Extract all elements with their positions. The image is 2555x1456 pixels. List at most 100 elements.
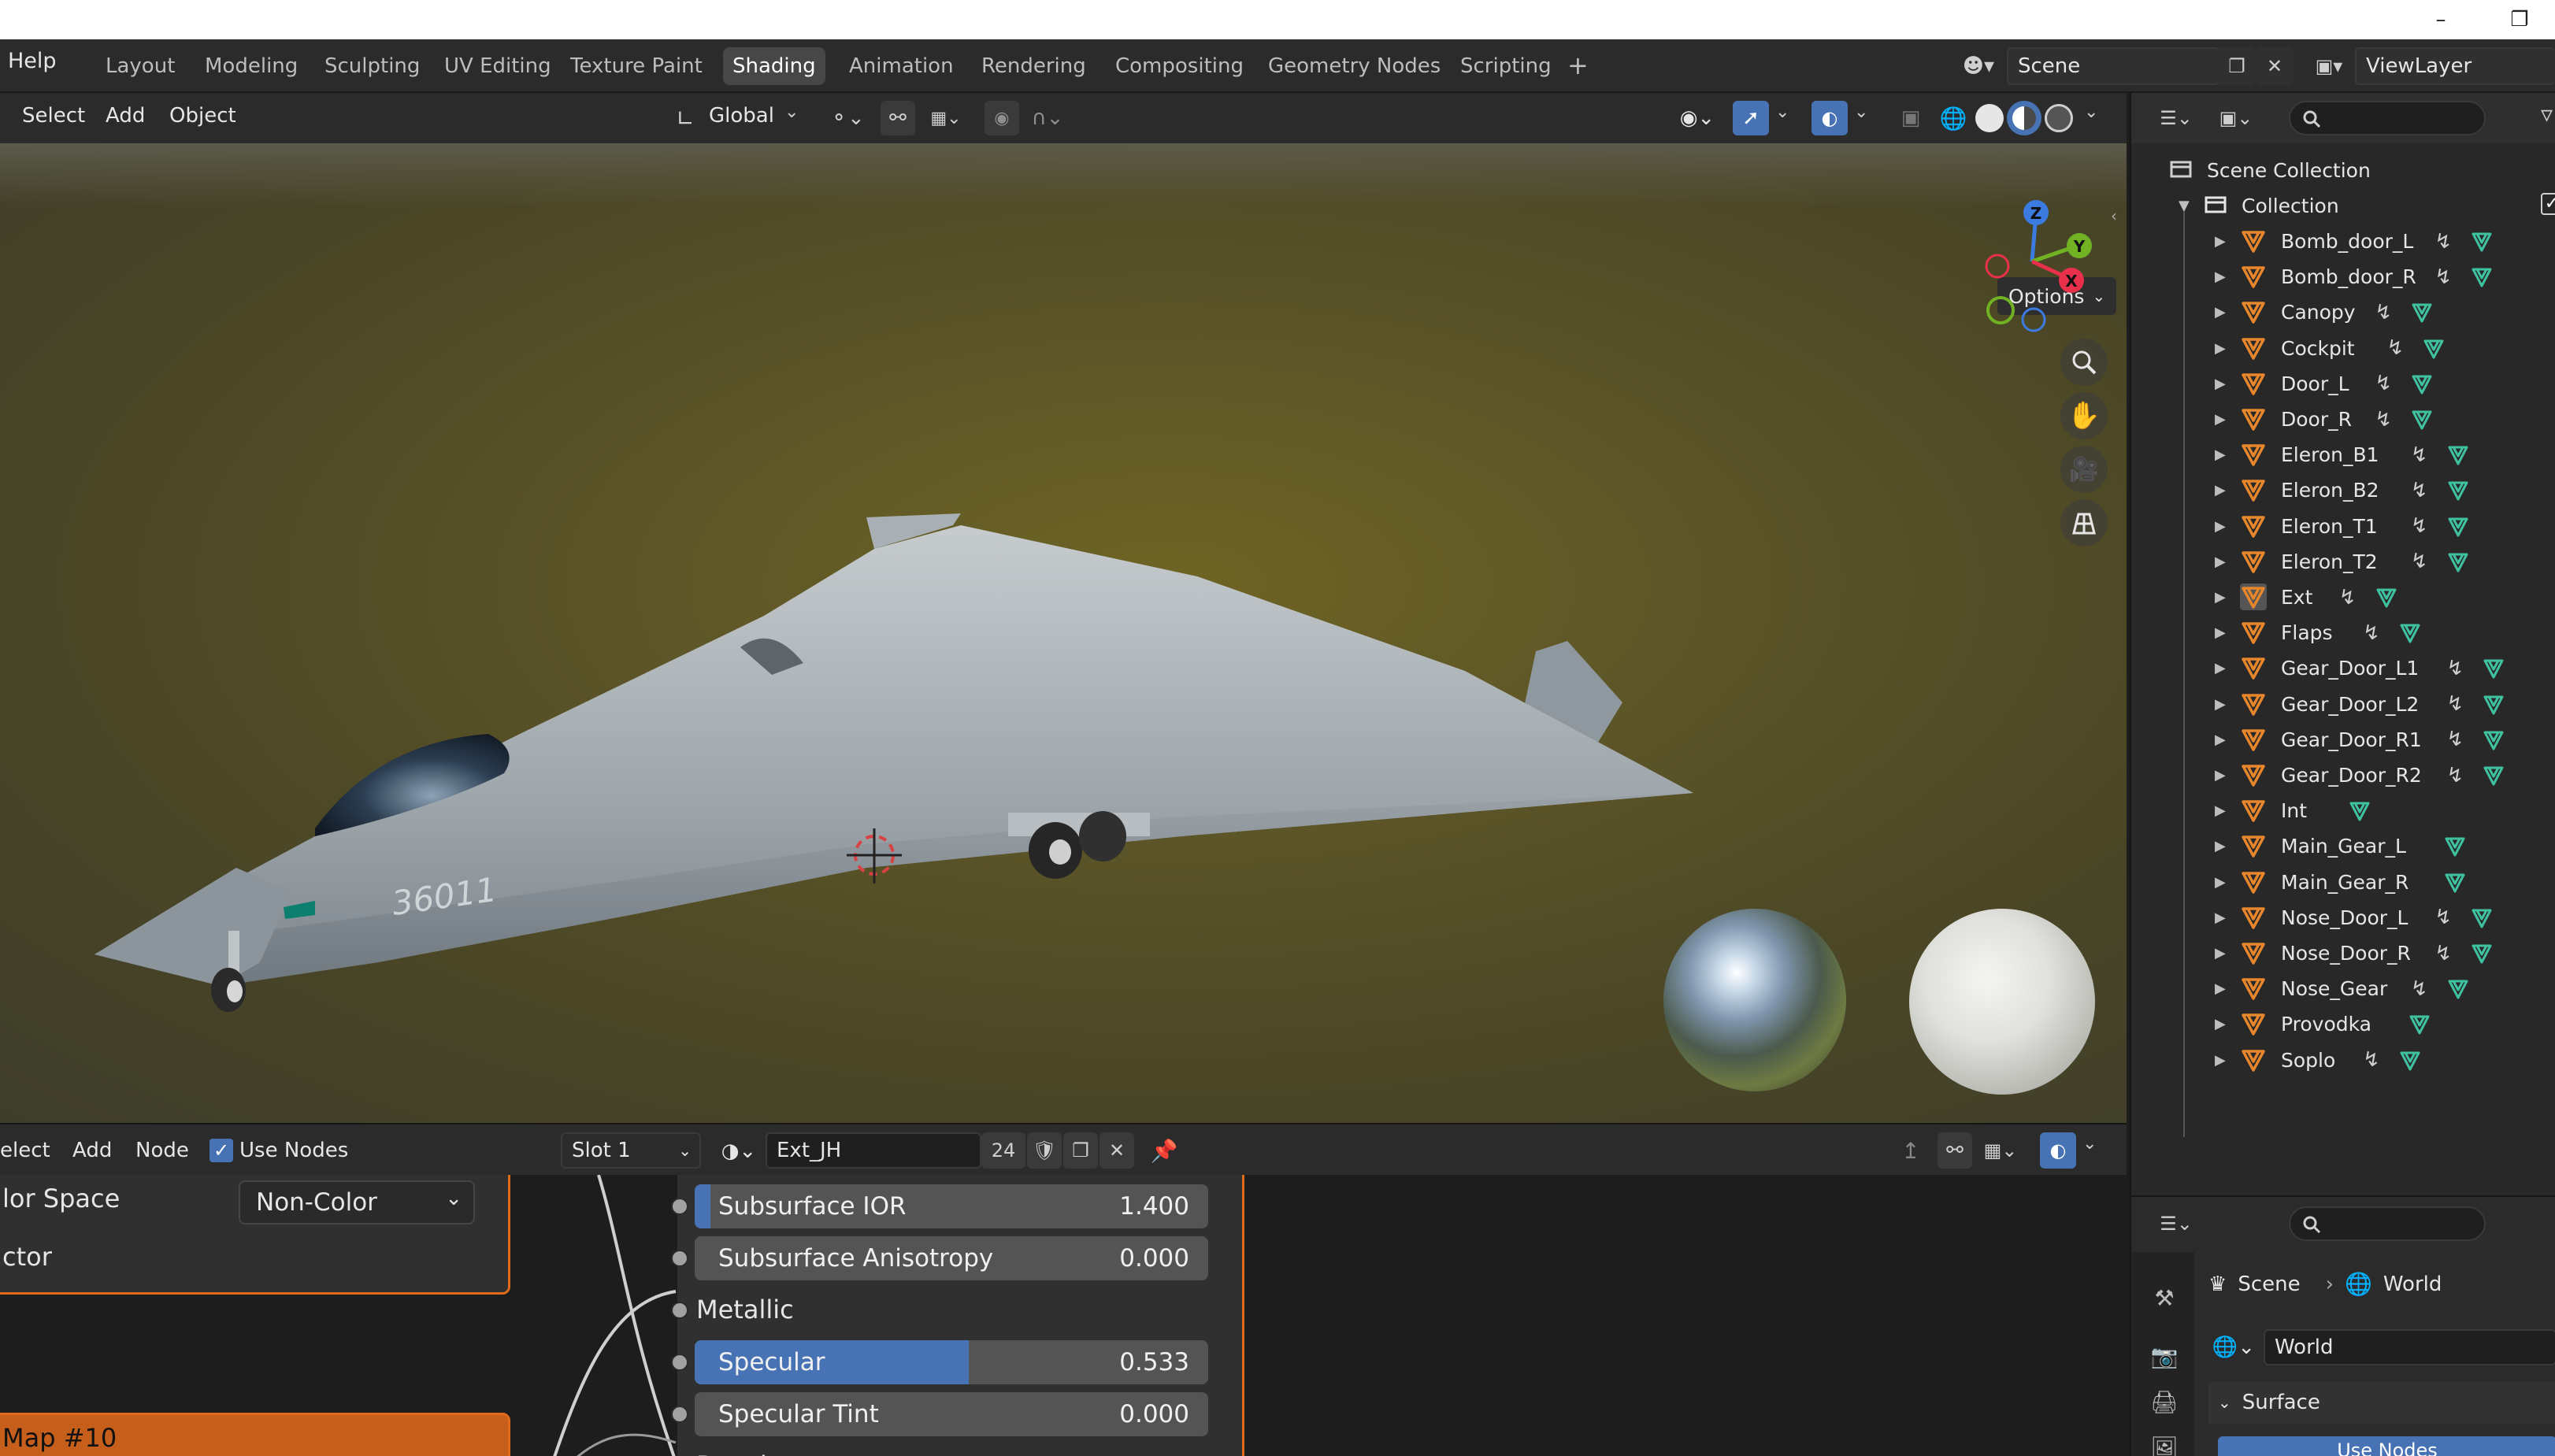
modifier-wrench-icon[interactable]: ↯ <box>2375 372 2392 395</box>
outliner-item[interactable]: ▶ Flaps ↯ <box>2131 615 2555 650</box>
menu-add[interactable]: Add <box>72 1139 112 1162</box>
expand-triangle-icon[interactable]: ▶ <box>2215 767 2226 784</box>
object-name[interactable]: Gear_Door_R1 <box>2281 728 2422 751</box>
object-name[interactable]: Soplo <box>2281 1049 2335 1072</box>
input-socket[interactable] <box>671 1198 688 1215</box>
rendered-shading-icon[interactable] <box>2045 104 2073 132</box>
properties-search-input[interactable] <box>2289 1206 2486 1241</box>
expand-triangle-icon[interactable]: ▶ <box>2215 802 2226 819</box>
use-nodes-button[interactable]: Use Nodes <box>2218 1436 2555 1456</box>
perspective-grid-icon[interactable] <box>2060 499 2108 546</box>
object-name[interactable]: Gear_Door_L1 <box>2281 657 2419 680</box>
outliner-item[interactable]: ▶ Nose_Door_R ↯ <box>2131 935 2555 971</box>
modifier-wrench-icon[interactable]: ↯ <box>2375 301 2392 324</box>
expand-triangle-icon[interactable]: ▶ <box>2215 376 2226 392</box>
modifier-wrench-icon[interactable]: ↯ <box>2434 230 2452 254</box>
duplicate-material-icon[interactable]: ❐ <box>1063 1132 1098 1169</box>
object-name[interactable]: Gear_Door_L2 <box>2281 693 2419 716</box>
mesh-data-icon[interactable] <box>2471 266 2493 288</box>
view-layer-properties-icon[interactable]: 🖼 <box>2147 1430 2182 1456</box>
menu-add[interactable]: Add <box>106 104 145 128</box>
pin-icon[interactable]: 📌 <box>1147 1132 1181 1169</box>
input-socket[interactable] <box>671 1250 688 1267</box>
expand-triangle-icon[interactable]: ▶ <box>2215 589 2226 606</box>
overlays-toggle-icon[interactable]: ◐ <box>1811 101 1848 135</box>
outliner-item[interactable]: ▶ Eleron_T1 ↯ <box>2131 509 2555 544</box>
menu-object[interactable]: Object <box>169 104 236 128</box>
modifier-wrench-icon[interactable]: ↯ <box>2434 265 2452 289</box>
mesh-data-icon[interactable] <box>2375 587 2397 609</box>
tab-sculpting[interactable]: Sculpting <box>315 47 429 85</box>
object-name[interactable]: Nose_Door_R <box>2281 942 2411 965</box>
editor-type-icon[interactable]: ☰⌄ <box>2150 1208 2202 1239</box>
navigation-gizmo[interactable]: Z Y X <box>1961 191 2103 332</box>
outliner-item[interactable]: ▶ Main_Gear_R <box>2131 865 2555 900</box>
expand-triangle-icon[interactable]: ▶ <box>2215 945 2226 961</box>
scene-selector-icon[interactable]: ☻▾ <box>1955 49 2002 83</box>
outliner-item[interactable]: ▶ Door_L ↯ <box>2131 366 2555 402</box>
snap-target-icon[interactable]: ▦⌄ <box>918 102 973 134</box>
menu-select[interactable]: elect <box>0 1139 50 1162</box>
tab-scripting[interactable]: Scripting <box>1451 47 1561 85</box>
object-name[interactable]: Canopy <box>2281 301 2356 324</box>
mesh-data-icon[interactable] <box>2471 231 2493 253</box>
outliner-item[interactable]: ▶ Eleron_T2 ↯ <box>2131 544 2555 580</box>
modifier-wrench-icon[interactable]: ↯ <box>2363 1048 2380 1072</box>
scene-collection-row[interactable]: Scene Collection <box>2131 153 2555 188</box>
outliner-item[interactable]: ▶ Canopy ↯ <box>2131 295 2555 330</box>
object-name[interactable]: Eleron_T1 <box>2281 515 2378 538</box>
object-name[interactable]: Bomb_door_R <box>2281 265 2416 288</box>
viewlayer-selector-icon[interactable]: ▣▾ <box>2303 49 2355 83</box>
mesh-data-icon[interactable] <box>2483 658 2505 680</box>
tool-settings-icon[interactable]: ⚒ <box>2147 1280 2182 1315</box>
solid-shading-icon[interactable] <box>1975 104 2004 132</box>
node-snap-icon[interactable]: ⚯ <box>1938 1132 1972 1169</box>
modifier-wrench-icon[interactable]: ↯ <box>2363 621 2380 645</box>
mesh-data-icon[interactable] <box>2399 1050 2421 1072</box>
mesh-data-icon[interactable] <box>2349 800 2371 822</box>
outliner-item[interactable]: ▶ Gear_Door_L2 ↯ <box>2131 687 2555 722</box>
modifier-wrench-icon[interactable]: ↯ <box>2375 408 2392 432</box>
fake-user-shield-icon[interactable]: 🛡 <box>1027 1132 1062 1169</box>
pivot-point-icon[interactable]: ⚬⌄ <box>824 102 871 134</box>
outliner-item[interactable]: ▶ Ext ↯ <box>2131 580 2555 615</box>
world-browse-icon[interactable]: 🌐⌄ <box>2208 1329 2259 1365</box>
modifier-wrench-icon[interactable]: ↯ <box>2411 550 2428 573</box>
pan-hand-icon[interactable]: ✋ <box>2060 392 2108 439</box>
aircraft-model[interactable]: 36011 <box>79 364 1733 1017</box>
mesh-data-icon[interactable] <box>2447 516 2469 538</box>
expand-triangle-icon[interactable]: ▶ <box>2215 1016 2226 1032</box>
material-users-count[interactable]: 24 <box>981 1132 1025 1169</box>
mesh-data-icon[interactable] <box>2411 373 2433 395</box>
expand-triangle-icon[interactable]: ▶ <box>2215 624 2226 641</box>
mesh-data-icon[interactable] <box>2483 765 2505 787</box>
proportional-edit-icon[interactable]: ◉ <box>985 101 1019 135</box>
outliner-item[interactable]: ▶ Provodka <box>2131 1006 2555 1042</box>
breadcrumb-world[interactable]: World <box>2383 1273 2442 1296</box>
world-name-field[interactable]: World <box>2264 1329 2555 1365</box>
orientation-dropdown[interactable]: Global <box>709 104 774 128</box>
node-overlays-icon[interactable]: ◐ <box>2040 1132 2076 1169</box>
expand-triangle-icon[interactable]: ▶ <box>2215 554 2226 570</box>
view-layer-field[interactable]: ViewLayer <box>2355 47 2555 85</box>
expand-triangle-icon[interactable]: ▶ <box>2215 518 2226 535</box>
tab-animation[interactable]: Animation <box>840 47 963 85</box>
expand-triangle-icon[interactable]: ▶ <box>2215 269 2226 285</box>
outliner-item[interactable]: ▶ Soplo ↯ <box>2131 1043 2555 1078</box>
delete-scene-icon[interactable]: ✕ <box>2256 47 2294 85</box>
tab-layout[interactable]: Layout <box>96 47 184 85</box>
slider-specular-tint[interactable]: Specular Tint 0.000 <box>695 1392 1208 1436</box>
shading-menu-chevron-icon[interactable]: ⌄ <box>2084 102 2098 122</box>
modifier-wrench-icon[interactable]: ↯ <box>2434 906 2452 929</box>
menu-help[interactable]: Help <box>8 49 57 73</box>
restore-icon[interactable]: ❐ <box>2492 0 2547 39</box>
tab-uv-editing[interactable]: UV Editing <box>435 47 561 85</box>
collection-row[interactable]: ▼ Collection ✓ <box>2131 188 2555 224</box>
modifier-wrench-icon[interactable]: ↯ <box>2446 728 2464 751</box>
modifier-wrench-icon[interactable]: ↯ <box>2434 942 2452 965</box>
outliner-item[interactable]: ▶ Door_R ↯ <box>2131 402 2555 437</box>
chevron-down-icon[interactable]: ⌄ <box>784 102 799 122</box>
mesh-data-icon[interactable] <box>2444 872 2466 894</box>
scene-name-field[interactable]: Scene <box>2007 47 2219 85</box>
outliner-item[interactable]: ▶ Gear_Door_R1 ↯ <box>2131 722 2555 758</box>
